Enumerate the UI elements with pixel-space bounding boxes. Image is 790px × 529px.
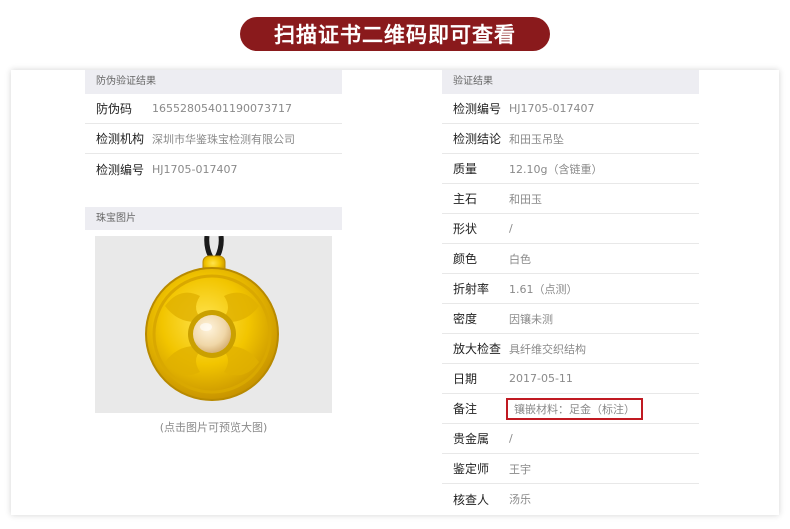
gold-jade-pendant-icon <box>95 236 332 413</box>
result-row-density: 密度 因镶未测 <box>442 304 699 334</box>
left-row-institution: 检测机构 深圳市华鉴珠宝检测有限公司 <box>85 124 342 154</box>
jewelry-photo[interactable] <box>95 236 332 413</box>
result-row-weight: 质量 12.10g（含链重） <box>442 154 699 184</box>
result-value: 具纤维交织结构 <box>509 342 586 356</box>
verification-result-header: 验证结果 <box>442 70 699 94</box>
left-row-value: 16552805401190073717 <box>152 102 292 115</box>
left-row-label: 防伪码 <box>96 102 133 116</box>
result-value: 王宇 <box>509 462 531 476</box>
left-row-label: 检测编号 <box>96 162 145 177</box>
result-row-magnification: 放大检查 具纤维交织结构 <box>442 334 699 364</box>
result-label: 检测结论 <box>453 132 502 146</box>
result-value: 2017-05-11 <box>509 372 573 385</box>
result-row-conclusion: 检测结论 和田玉吊坠 <box>442 124 699 154</box>
result-row-main-stone: 主石 和田玉 <box>442 184 699 214</box>
left-row-value: 深圳市华鉴珠宝检测有限公司 <box>152 132 295 146</box>
result-label: 贵金属 <box>453 432 490 446</box>
result-label: 质量 <box>453 162 478 176</box>
result-value: 12.10g（含链重） <box>509 162 603 176</box>
result-row-test-number: 检测编号 HJ1705-017407 <box>442 94 699 124</box>
result-value: 和田玉吊坠 <box>509 132 564 146</box>
result-value: 1.61（点测） <box>509 282 578 296</box>
result-value: HJ1705-017407 <box>509 102 595 115</box>
result-label: 核查人 <box>453 492 490 507</box>
result-label: 备注 <box>453 402 478 416</box>
result-row-appraiser: 鉴定师 王宇 <box>442 454 699 484</box>
result-label: 形状 <box>453 222 478 236</box>
result-row-refractive-index: 折射率 1.61（点测） <box>442 274 699 304</box>
left-row-value: HJ1705-017407 <box>152 162 238 176</box>
result-label: 检测编号 <box>453 102 502 116</box>
jewelry-photo-header: 珠宝图片 <box>85 207 342 230</box>
result-row-shape: 形状 / <box>442 214 699 244</box>
remarks-highlighted-value: 镶嵌材料：足金（标注） <box>506 397 643 420</box>
result-value: 汤乐 <box>509 493 531 506</box>
result-label: 密度 <box>453 312 478 326</box>
left-row-anti-code: 防伪码 16552805401190073717 <box>85 94 342 124</box>
left-row-test-number: 检测编号 HJ1705-017407 <box>85 154 342 184</box>
result-row-color: 颜色 白色 <box>442 244 699 274</box>
result-value: 因镶未测 <box>509 312 553 326</box>
result-label: 主石 <box>453 192 478 206</box>
result-label: 鉴定师 <box>453 462 490 476</box>
result-label: 放大检查 <box>453 342 502 356</box>
photo-caption: (点击图片可预览大图) <box>159 421 268 434</box>
result-value: / <box>509 222 513 235</box>
result-row-date: 日期 2017-05-11 <box>442 364 699 394</box>
result-row-remarks: 备注 镶嵌材料：足金（标注） <box>442 394 699 424</box>
result-value: 和田玉 <box>509 192 542 206</box>
result-value: / <box>509 432 513 445</box>
result-value: 白色 <box>509 252 531 266</box>
banner-title: 扫描证书二维码即可查看 <box>240 17 550 51</box>
result-row-checker: 核查人 汤乐 <box>442 484 699 514</box>
left-row-label: 检测机构 <box>96 132 145 146</box>
result-label: 日期 <box>453 372 478 386</box>
result-label: 颜色 <box>453 252 478 266</box>
result-row-precious-metal: 贵金属 / <box>442 424 699 454</box>
anti-counterfeit-header: 防伪验证结果 <box>85 70 342 94</box>
result-label: 折射率 <box>453 282 490 296</box>
